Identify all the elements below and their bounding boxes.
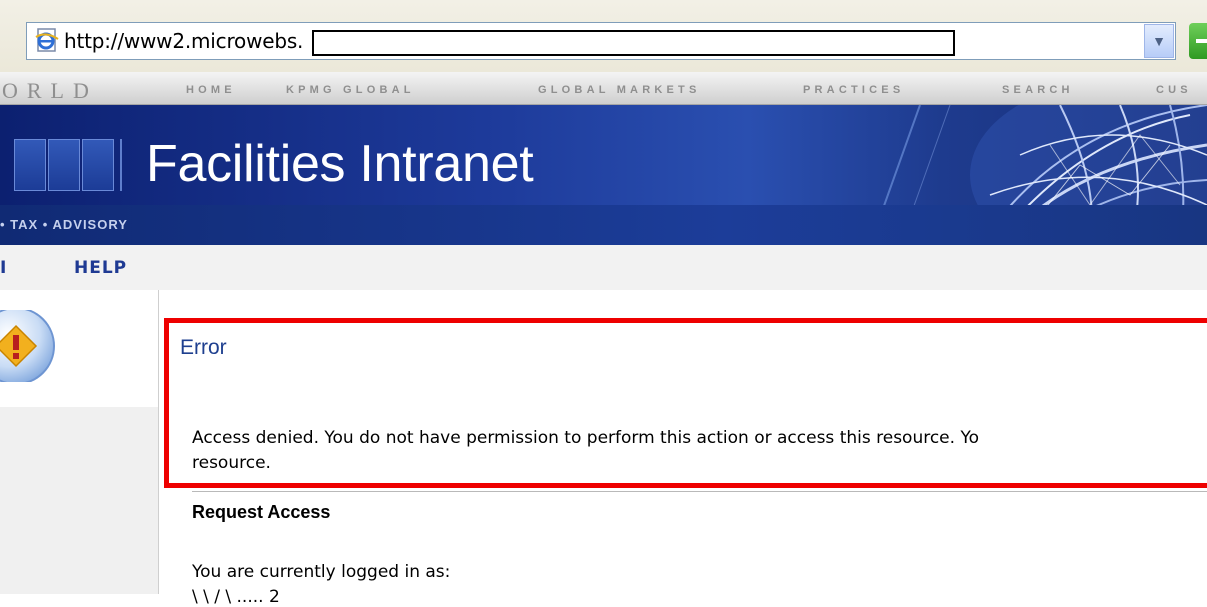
url-text[interactable]: http://www2.microwebs. xyxy=(64,29,303,53)
username-cut: \ \ / \ ..... 2 xyxy=(192,587,280,607)
error-message: Access denied. You do not have permissio… xyxy=(192,426,1207,476)
nav-global-markets[interactable]: GLOBAL MARKETS xyxy=(538,84,700,96)
go-button[interactable] xyxy=(1189,23,1207,59)
nav-kpmg-global[interactable]: KPMG GLOBAL xyxy=(286,84,415,96)
menu-bar xyxy=(0,245,1207,290)
brand-partial: ORLD xyxy=(2,78,98,103)
nav-home[interactable]: HOME xyxy=(186,84,236,96)
divider xyxy=(192,491,1207,492)
request-access-title: Request Access xyxy=(192,502,331,522)
column-divider xyxy=(158,290,159,594)
warning-icon xyxy=(0,310,55,382)
banner: Facilities Intranet xyxy=(0,105,1207,205)
redaction-box xyxy=(312,30,955,56)
banner-title: Facilities Intranet xyxy=(146,135,534,193)
left-sidebar xyxy=(0,407,158,594)
address-dropdown-button[interactable]: ▼ xyxy=(1144,24,1174,58)
error-message-line: Access denied. You do not have permissio… xyxy=(192,428,979,448)
logo-block xyxy=(48,139,80,191)
ie-page-icon xyxy=(35,28,59,52)
error-message-line: resource. xyxy=(192,453,271,473)
nav-customer-partial[interactable]: CUS xyxy=(1156,84,1192,96)
logo-block xyxy=(82,139,114,191)
globe-graphic xyxy=(883,105,1207,205)
nav-search[interactable]: SEARCH xyxy=(1002,84,1074,96)
error-title: Error xyxy=(180,336,227,359)
logo-block xyxy=(14,139,46,191)
tagline: • TAX • ADVISORY xyxy=(0,217,128,232)
chevron-down-icon: ▼ xyxy=(1152,33,1166,49)
tagline-bar xyxy=(0,205,1207,245)
menu-item-help[interactable]: HELP xyxy=(74,258,127,278)
menu-item-partial[interactable]: I xyxy=(0,258,7,278)
logged-in-text: You are currently logged in as: xyxy=(192,562,451,582)
nav-practices[interactable]: PRACTICES xyxy=(803,84,904,96)
logo-divider xyxy=(120,139,122,191)
